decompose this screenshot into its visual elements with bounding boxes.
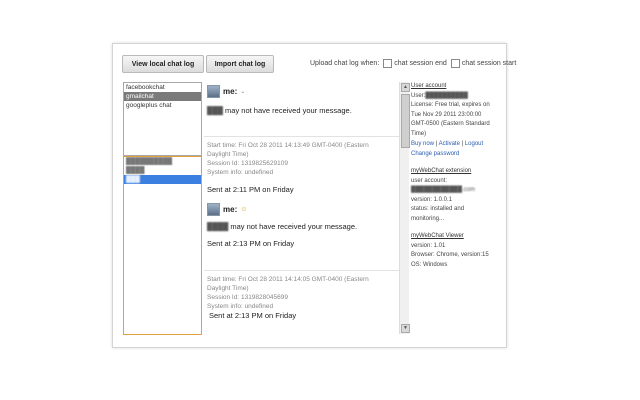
sent-time: Sent at 2:13 PM on Friday bbox=[207, 239, 295, 248]
upload-when-label: Upload chat log when: bbox=[310, 60, 380, 67]
upload-options: Upload chat log when: chat session end c… bbox=[310, 59, 516, 68]
smiley-icon: ☺ bbox=[240, 206, 248, 213]
session-end-checkbox[interactable] bbox=[383, 59, 393, 68]
account-links: Buy now | Activate | Logout bbox=[411, 141, 484, 147]
user-line: User:██████████ bbox=[411, 92, 468, 99]
session-info-1: Start time: Fri Oct 28 2011 14:13:49 GMT… bbox=[204, 137, 408, 248]
chat-log-panel: View local chat log Import chat log Uplo… bbox=[112, 43, 516, 348]
message-header: me: ⌄ bbox=[207, 85, 408, 98]
view-local-chat-log-button[interactable]: View local chat log bbox=[122, 55, 204, 73]
extension-email: ████████████.com bbox=[411, 187, 476, 193]
delivery-warning: ████ may not have received your message. bbox=[207, 222, 358, 231]
sent-time: Sent at 2:11 PM on Friday bbox=[207, 185, 294, 194]
logout-link[interactable]: Logout bbox=[465, 141, 483, 147]
extension-status: status: installed and bbox=[411, 206, 465, 212]
info-sidebar: User account User:██████████ License: Fr… bbox=[411, 82, 505, 270]
contact-item[interactable]: ██████████ bbox=[124, 157, 201, 166]
extension-user-account: user account: bbox=[411, 177, 448, 184]
message-header: me: ☺ bbox=[207, 203, 408, 216]
delivery-warning: ███ may not have received your message. bbox=[207, 106, 352, 115]
contact-item-selected[interactable]: ███ bbox=[124, 175, 201, 184]
service-list[interactable]: facebookchat gmailchat googleplus chat bbox=[123, 82, 202, 156]
chevron-down-icon: ⌄ bbox=[240, 89, 246, 95]
extension-status-cont: monitoring... bbox=[411, 215, 445, 222]
session-start-label: chat session start bbox=[461, 60, 517, 67]
license-tz-cont: Time) bbox=[411, 130, 427, 137]
sender-name: me: bbox=[223, 87, 238, 96]
sender-name: me: bbox=[223, 205, 238, 214]
service-item-googlepluschat[interactable]: googleplus chat bbox=[124, 101, 201, 110]
session-start-checkbox[interactable] bbox=[450, 59, 460, 68]
license-line: License: Free trial, expires on bbox=[411, 102, 490, 108]
contact-list[interactable]: ██████████ ████ ███ bbox=[123, 156, 202, 335]
license-tz: GMT-0500 (Eastern Standard bbox=[411, 121, 490, 127]
user-account-heading[interactable]: User account bbox=[411, 82, 505, 92]
activate-link[interactable]: Activate bbox=[439, 141, 460, 147]
sent-time: Sent at 2:13 PM on Friday bbox=[209, 311, 297, 320]
change-password-link[interactable]: Change password bbox=[411, 150, 505, 160]
scroll-down-icon[interactable]: ▼ bbox=[401, 324, 410, 333]
license-date: Tue Nov 29 2011 23:00:00 bbox=[411, 111, 482, 118]
import-chat-log-button[interactable]: Import chat log bbox=[206, 55, 274, 73]
service-item-facebookchat[interactable]: facebookchat bbox=[124, 83, 201, 92]
avatar-icon bbox=[207, 85, 220, 98]
viewer-version: version: 1.01 bbox=[411, 242, 446, 249]
service-item-gmailchat[interactable]: gmailchat bbox=[124, 92, 201, 101]
session-end-label: chat session end bbox=[394, 60, 447, 67]
scroll-up-icon[interactable]: ▲ bbox=[401, 83, 410, 92]
conversation-scrollbar[interactable]: ▲ ▼ bbox=[399, 82, 410, 334]
viewer-os: OS: Windows bbox=[411, 261, 448, 268]
scrollbar-thumb[interactable] bbox=[401, 94, 410, 148]
extension-version: version: 1.0.0.1 bbox=[411, 196, 453, 203]
buy-now-link[interactable]: Buy now bbox=[411, 141, 434, 147]
extension-heading[interactable]: myWebChat extension bbox=[411, 167, 505, 177]
avatar-icon bbox=[207, 203, 220, 216]
viewer-heading[interactable]: myWebChat Viewer bbox=[411, 232, 505, 242]
session-info-2: Start time: Fri Oct 28 2011 14:14:05 GMT… bbox=[204, 271, 408, 320]
viewer-browser: Browser: Chrome, version:15 bbox=[411, 252, 489, 258]
contact-item[interactable]: ████ bbox=[124, 166, 201, 175]
conversation-view: me: ⌄ ███ may not have received your mes… bbox=[204, 82, 408, 334]
